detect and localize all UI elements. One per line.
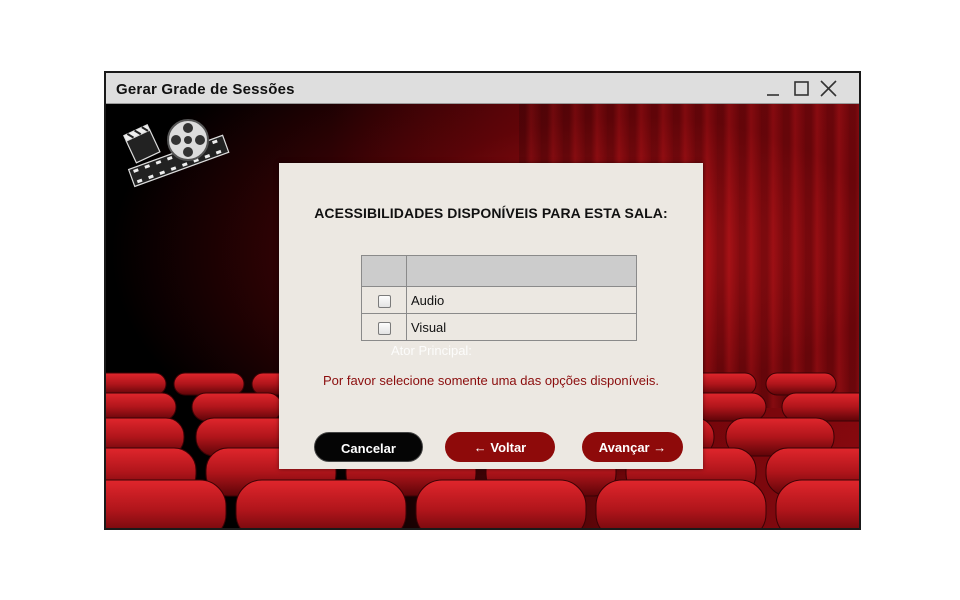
table-row[interactable]: Audio <box>361 286 637 314</box>
audio-checkbox[interactable] <box>377 294 391 308</box>
ghost-label: Ator Principal: <box>391 343 472 358</box>
audio-label: Audio <box>406 286 637 314</box>
title-bar: Gerar Grade de Sessões <box>106 73 859 104</box>
minimize-icon[interactable] <box>764 79 784 99</box>
cinema-background: ACESSIBILIDADES DISPONÍVEIS PARA ESTA SA… <box>106 104 859 528</box>
table-row[interactable]: Visual <box>361 313 637 341</box>
maximize-icon[interactable] <box>792 79 812 99</box>
next-button[interactable]: Avançar → <box>582 432 683 462</box>
table-header-row <box>361 255 637 287</box>
dialog-heading: ACESSIBILIDADES DISPONÍVEIS PARA ESTA SA… <box>314 205 668 221</box>
visual-checkbox[interactable] <box>377 321 391 335</box>
close-icon[interactable] <box>819 79 839 99</box>
accessibility-table: Audio Visual <box>361 255 637 341</box>
warning-message: Por favor selecione somente uma das opçõ… <box>322 373 660 388</box>
film-reel-clapperboard-logo <box>123 119 230 188</box>
table-header-checkbox-column <box>361 255 407 287</box>
cancel-button[interactable]: Cancelar <box>314 432 423 462</box>
back-button[interactable]: ← Voltar <box>445 432 555 462</box>
visual-label: Visual <box>406 313 637 341</box>
accessibility-dialog: ACESSIBILIDADES DISPONÍVEIS PARA ESTA SA… <box>279 163 703 469</box>
table-header-label-column <box>406 255 637 287</box>
app-window: Gerar Grade de Sessões ACESSIBILIDADES D… <box>104 71 861 530</box>
window-title: Gerar Grade de Sessões <box>116 81 295 98</box>
